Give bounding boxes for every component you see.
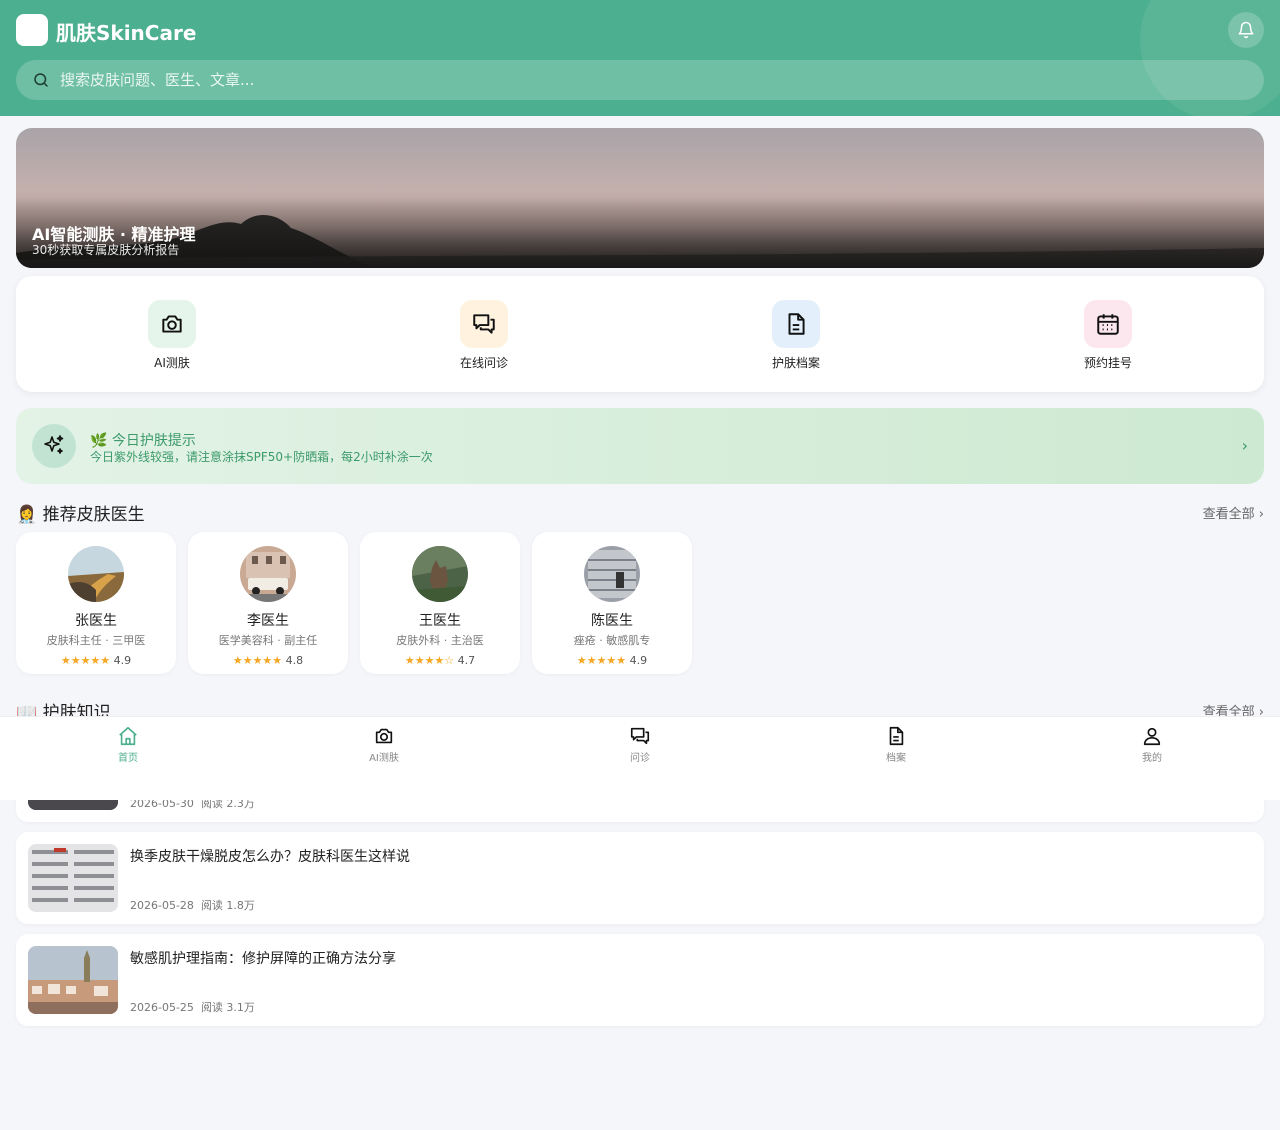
nav-label: 档案 — [886, 753, 906, 764]
document-icon — [788, 313, 805, 335]
home-icon — [119, 726, 137, 746]
bottom-navigation: 首页 AI测肤 问诊 档案 我的 — [0, 716, 1280, 800]
calendar-icon — [1097, 314, 1119, 335]
banner-subtitle: 30秒获取专属皮肤分析报告 — [32, 243, 180, 257]
rating-value: 4.9 — [629, 654, 648, 667]
tip-icon-bg — [32, 424, 76, 468]
quick-action-label: 预约挂号 — [1083, 356, 1132, 370]
doctor-department: 皮肤科主任 · 三甲医 — [46, 634, 146, 647]
quick-action-label: 护肤档案 — [771, 356, 820, 370]
user-icon — [1143, 727, 1161, 746]
doctors-section-title: 👩‍⚕️ 推荐皮肤医生 — [16, 505, 145, 525]
article-views: 阅读 3.1万 — [200, 1001, 255, 1014]
doctor-rating: ★★★★★ 4.9 — [61, 654, 131, 667]
quick-action-records[interactable]: 护肤档案 — [640, 276, 952, 392]
rating-value: 4.7 — [457, 654, 476, 667]
sparkles-icon — [44, 435, 64, 454]
nav-label: AI测肤 — [369, 753, 399, 764]
quick-action-label: 在线问诊 — [459, 356, 508, 370]
chat-icon — [630, 727, 650, 745]
article-views: 阅读 1.8万 — [200, 899, 255, 912]
doctor-card[interactable]: 李医生 医学美容科 · 副主任 ★★★★★ 4.8 — [188, 532, 348, 674]
article-meta: 2026-05-28 阅读 1.8万 — [130, 897, 255, 913]
star-rating-icon: ★★★★★ — [576, 654, 627, 667]
nav-consult[interactable]: 问诊 — [512, 717, 768, 800]
nav-ai-scan[interactable]: AI测肤 — [256, 717, 512, 800]
chevron-right-icon: › — [1241, 436, 1248, 455]
star-rating-icon: ★★★★★ — [232, 654, 283, 667]
doctor-avatar — [584, 546, 640, 602]
quick-action-appointment[interactable]: 预约挂号 — [952, 276, 1264, 392]
star-rating-icon: ★★★★☆ — [404, 654, 455, 667]
nav-label: 问诊 — [630, 753, 650, 764]
article-title: 换季皮肤干燥脱皮怎么办？皮肤科医生这样说 — [130, 849, 410, 865]
article-item[interactable]: 敏感肌护理指南：修护屏障的正确方法分享 2026-05-25 阅读 3.1万 — [16, 934, 1264, 1026]
doctors-view-all-link[interactable]: 查看全部 › — [1203, 503, 1264, 522]
quick-action-icon-bg — [460, 300, 508, 348]
camera-icon — [162, 315, 182, 333]
quick-action-ai-scan[interactable]: AI测肤 — [16, 276, 328, 392]
nav-records[interactable]: 档案 — [768, 717, 1024, 800]
doctor-name: 李医生 — [247, 613, 289, 629]
doctor-department: 痤疮 · 敏感肌专 — [573, 634, 651, 647]
doctor-card[interactable]: 张医生 皮肤科主任 · 三甲医 ★★★★★ 4.9 — [16, 532, 176, 674]
article-item[interactable]: 换季皮肤干燥脱皮怎么办？皮肤科医生这样说 2026-05-28 阅读 1.8万 — [16, 832, 1264, 924]
doctor-list: 张医生 皮肤科主任 · 三甲医 ★★★★★ 4.9 李医生 医学美容科 · 副主… — [16, 532, 692, 674]
nav-label: 首页 — [118, 753, 138, 764]
bell-icon — [1238, 21, 1254, 39]
chat-icon — [473, 314, 495, 334]
doctor-rating: ★★★★★ 4.9 — [577, 654, 647, 667]
search-bar[interactable] — [16, 60, 1264, 100]
nav-label: 我的 — [1142, 753, 1162, 764]
search-input[interactable] — [60, 71, 1264, 89]
daily-tip-card[interactable]: 🌿 今日护肤提示 今日紫外线较强，请注意涂抹SPF50+防晒霜，每2小时补涂一次… — [16, 408, 1264, 484]
banner-shade — [16, 198, 1264, 268]
doctor-department: 皮肤外科 · 主治医 — [396, 634, 484, 647]
camera-icon — [375, 728, 393, 744]
search-icon — [34, 73, 48, 87]
quick-action-icon-bg — [772, 300, 820, 348]
doctor-card[interactable]: 王医生 皮肤外科 · 主治医 ★★★★☆ 4.7 — [360, 532, 520, 674]
notification-button[interactable] — [1228, 12, 1264, 48]
promo-banner[interactable]: AI智能测肤 · 精准护理 30秒获取专属皮肤分析报告 — [16, 128, 1264, 268]
quick-action-consult[interactable]: 在线问诊 — [328, 276, 640, 392]
article-title: 敏感肌护理指南：修护屏障的正确方法分享 — [130, 951, 396, 967]
doctor-rating: ★★★★☆ 4.7 — [405, 654, 475, 667]
rating-value: 4.8 — [285, 654, 304, 667]
doctor-avatar — [240, 546, 296, 602]
app-title: 肌肤SkinCare — [56, 21, 197, 45]
document-icon — [889, 726, 904, 746]
quick-actions: AI测肤 在线问诊 护肤档案 预约挂号 — [16, 276, 1264, 392]
quick-action-icon-bg — [1084, 300, 1132, 348]
article-date: 2026-05-25 — [130, 1001, 194, 1014]
nav-home[interactable]: 首页 — [0, 717, 256, 800]
doctor-name: 张医生 — [75, 613, 117, 629]
article-date: 2026-05-28 — [130, 899, 194, 912]
star-rating-icon: ★★★★★ — [60, 654, 111, 667]
doctor-name: 王医生 — [419, 613, 461, 629]
doctor-avatar — [412, 546, 468, 602]
rating-value: 4.9 — [113, 654, 132, 667]
app-logo — [16, 14, 48, 46]
quick-action-label: AI测肤 — [154, 356, 190, 370]
app-header: 肌肤SkinCare — [0, 0, 1280, 116]
nav-profile[interactable]: 我的 — [1024, 717, 1280, 800]
tip-title: 🌿 今日护肤提示 — [90, 433, 196, 449]
doctor-card[interactable]: 陈医生 痤疮 · 敏感肌专 ★★★★★ 4.9 — [532, 532, 692, 674]
doctor-name: 陈医生 — [591, 613, 633, 629]
doctor-department: 医学美容科 · 副主任 — [218, 634, 318, 647]
tip-text: 今日紫外线较强，请注意涂抹SPF50+防晒霜，每2小时补涂一次 — [90, 450, 433, 464]
quick-action-icon-bg — [148, 300, 196, 348]
doctor-avatar — [68, 546, 124, 602]
article-meta: 2026-05-25 阅读 3.1万 — [130, 999, 255, 1015]
article-thumbnail — [28, 844, 118, 912]
doctor-rating: ★★★★★ 4.8 — [233, 654, 303, 667]
article-thumbnail — [28, 946, 118, 1014]
